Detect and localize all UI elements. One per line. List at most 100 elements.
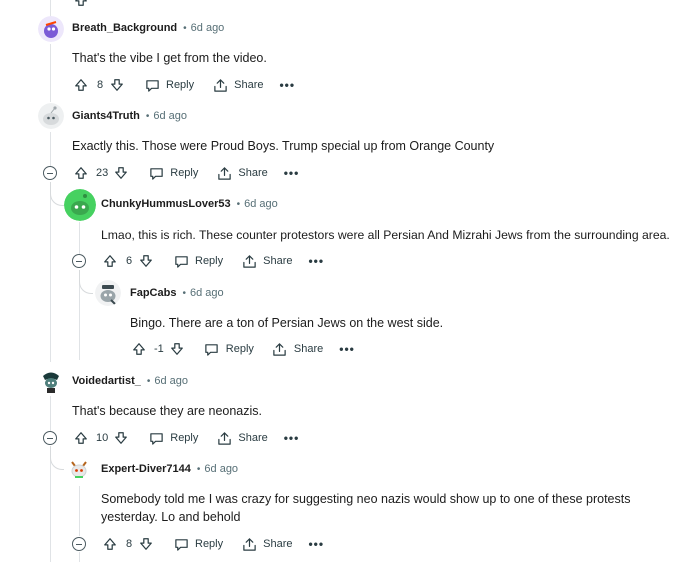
vote-count: 8 [96, 79, 104, 91]
avatar[interactable] [38, 368, 64, 394]
share-icon [216, 430, 232, 446]
share-button[interactable]: Share [212, 77, 263, 93]
upvote-icon[interactable] [101, 252, 119, 270]
username[interactable]: Breath_Background [72, 22, 177, 34]
thread-line [79, 486, 80, 536]
username[interactable]: FapCabs [130, 287, 176, 299]
timestamp[interactable]: 6d ago [244, 198, 278, 210]
collapse-thread-icon[interactable] [43, 166, 57, 180]
comment-actions: 10 Reply Share ••• [72, 426, 299, 450]
more-options-button[interactable]: ••• [339, 342, 355, 356]
thread-elbow [50, 182, 64, 206]
reply-icon [204, 341, 220, 357]
downvote-icon[interactable] [137, 535, 155, 553]
comment-body: Lmao, this is rich. These counter protes… [101, 228, 670, 242]
comment-meta: Voidedartist_ • 6d ago [72, 375, 188, 387]
reply-icon [144, 77, 160, 93]
more-options-button[interactable]: ••• [284, 431, 300, 445]
vote-count: 23 [96, 167, 109, 179]
reply-label: Reply [170, 167, 199, 179]
downvote-icon[interactable] [137, 252, 155, 270]
downvote-icon[interactable] [168, 340, 186, 358]
comment-body: That's the vibe I get from the video. [72, 51, 267, 65]
more-options-button[interactable]: ••• [308, 254, 324, 268]
username[interactable]: Voidedartist_ [72, 375, 141, 387]
vote-group: 23 [72, 164, 130, 182]
comment-body: Exactly this. Those were Proud Boys. Tru… [72, 139, 495, 153]
more-options-button[interactable]: ••• [308, 537, 324, 551]
reply-label: Reply [195, 255, 224, 267]
avatar[interactable] [38, 16, 64, 42]
timestamp[interactable]: 6d ago [190, 287, 224, 299]
reply-button[interactable]: Reply [148, 430, 198, 446]
reply-icon [173, 253, 189, 269]
separator-dot: • [182, 287, 186, 299]
reply-button[interactable]: Reply [144, 77, 194, 93]
username[interactable]: Giants4Truth [72, 110, 140, 122]
reply-icon [148, 165, 164, 181]
share-button[interactable]: Share [216, 430, 268, 446]
reply-button[interactable]: Reply [204, 341, 254, 357]
share-icon [272, 341, 288, 357]
upvote-icon[interactable] [72, 164, 90, 182]
vote-group [72, 0, 90, 9]
share-icon [241, 536, 257, 552]
collapse-thread-icon[interactable] [72, 537, 86, 551]
share-button[interactable]: Share [216, 165, 268, 181]
comment-body: Bingo. There are a ton of Persian Jews o… [130, 316, 444, 330]
comment-body: Somebody told me I was crazy for suggest… [101, 492, 631, 524]
upvote-icon[interactable] [130, 340, 148, 358]
avatar[interactable] [95, 280, 121, 306]
reply-label: Reply [166, 79, 195, 91]
more-options-button[interactable]: ••• [279, 78, 295, 92]
avatar[interactable] [38, 103, 64, 129]
comment-actions [72, 0, 90, 12]
collapse-thread-icon[interactable] [43, 431, 57, 445]
comment-actions: -1 Reply Share ••• [130, 337, 355, 361]
comment-meta: Expert-Diver7144 • 6d ago [101, 463, 238, 475]
separator-dot: • [146, 375, 151, 387]
username[interactable]: ChunkyHummusLover53 [101, 198, 231, 210]
comment-actions: 23 Reply Share ••• [72, 161, 299, 185]
upvote-icon[interactable] [72, 429, 90, 447]
timestamp[interactable]: 6d ago [204, 463, 238, 475]
share-label: Share [263, 255, 293, 267]
upvote-icon[interactable] [72, 76, 90, 94]
reply-button[interactable]: Reply [173, 536, 223, 552]
share-button[interactable]: Share [241, 536, 292, 552]
comment-meta: Breath_Background • 6d ago [72, 22, 224, 34]
timestamp[interactable]: 6d ago [191, 22, 225, 34]
vote-count: 6 [125, 255, 133, 267]
timestamp[interactable]: 6d ago [153, 110, 187, 122]
separator-dot: • [196, 463, 201, 475]
reply-button[interactable]: Reply [173, 253, 223, 269]
timestamp[interactable]: 6d ago [154, 375, 188, 387]
username[interactable]: Expert-Diver7144 [101, 463, 191, 475]
reply-button[interactable]: Reply [148, 165, 198, 181]
avatar[interactable] [66, 456, 92, 482]
vote-group: 8 [101, 535, 155, 553]
vote-group: -1 [130, 340, 186, 358]
vote-count: 8 [125, 538, 133, 550]
reply-icon [148, 430, 164, 446]
share-button[interactable]: Share [272, 341, 323, 357]
comment-meta: Giants4Truth • 6d ago [72, 110, 187, 122]
vote-group: 8 [72, 76, 126, 94]
share-button[interactable]: Share [241, 253, 292, 269]
upvote-icon[interactable] [72, 0, 90, 9]
downvote-icon[interactable] [112, 429, 130, 447]
separator-dot: • [236, 198, 241, 210]
comment-actions: 8 Reply Share ••• [101, 532, 324, 556]
separator-dot: • [183, 22, 187, 34]
downvote-icon[interactable] [108, 76, 126, 94]
share-label: Share [238, 167, 268, 179]
upvote-icon[interactable] [101, 535, 119, 553]
collapse-thread-icon[interactable] [72, 254, 86, 268]
thread-line [79, 552, 80, 562]
more-options-button[interactable]: ••• [284, 166, 300, 180]
avatar[interactable] [64, 189, 96, 221]
separator-dot: • [145, 110, 150, 122]
share-icon [241, 253, 257, 269]
vote-count: 10 [96, 432, 109, 444]
downvote-icon[interactable] [112, 164, 130, 182]
